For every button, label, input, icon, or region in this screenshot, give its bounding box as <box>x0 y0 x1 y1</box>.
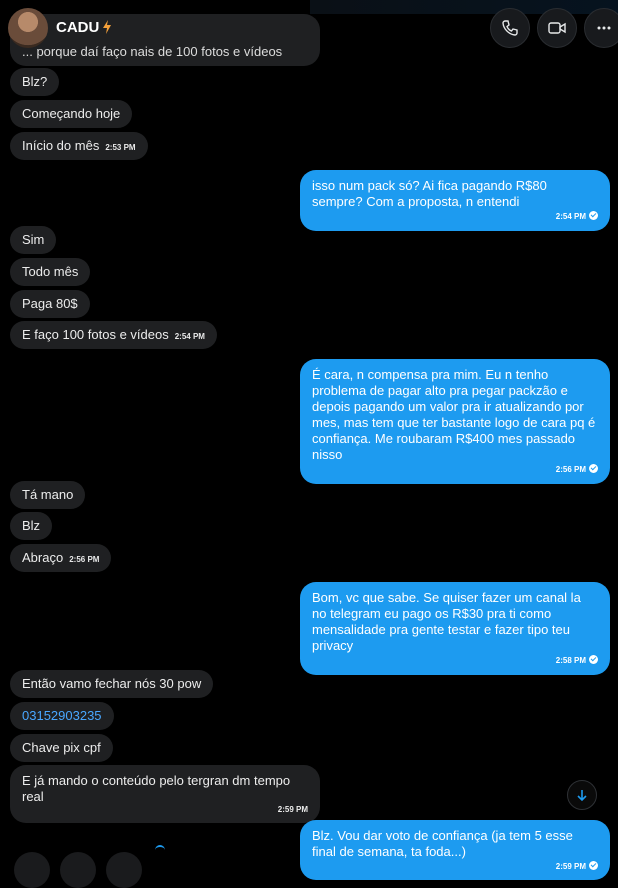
message-time: 2:53 PM <box>105 143 136 152</box>
message-out[interactable]: É cara, n compensa pra mim. Eu n tenho p… <box>300 359 610 484</box>
message-in[interactable]: Todo mês <box>10 258 91 286</box>
scroll-down-button[interactable] <box>567 780 597 810</box>
phone-icon <box>502 20 518 36</box>
signal-icon <box>155 845 165 853</box>
message-text: Então vamo fechar nós 30 pow <box>22 676 202 691</box>
message-in[interactable]: Começando hoje <box>10 100 133 128</box>
message-text: É cara, n compensa pra mim. Eu n tenho p… <box>312 367 596 462</box>
message-text: Bom, vc que sabe. Se quiser fazer um can… <box>312 590 581 653</box>
message-in[interactable]: E já mando o conteúdo pelo tergran dm te… <box>10 765 320 823</box>
message-out[interactable]: Bom, vc que sabe. Se quiser fazer um can… <box>300 582 610 675</box>
bottom-button[interactable] <box>106 852 142 888</box>
message-in[interactable]: Paga 80$ <box>10 290 90 318</box>
avatar[interactable] <box>8 8 48 48</box>
message-time: 2:56 PM <box>69 555 100 564</box>
message-time: 2:54 PM <box>174 332 205 341</box>
more-icon <box>597 26 611 30</box>
conversation: ... porque daí faço nais de 100 fotos e … <box>0 0 618 888</box>
video-call-button[interactable] <box>537 8 577 48</box>
message-in[interactable]: Então vamo fechar nós 30 pow <box>10 670 214 698</box>
message-text: E já mando o conteúdo pelo tergran dm te… <box>22 773 291 804</box>
message-text: Início do mês <box>22 138 100 153</box>
message-time: 2:59 PM <box>277 805 308 814</box>
message-time: 2:56 PM <box>555 465 586 474</box>
message-partial: ... porque daí faço nais de 100 fotos e … <box>10 14 320 66</box>
message-text: Blz. Vou dar voto de confiança (ja tem 5… <box>312 828 573 859</box>
message-text: Abraço <box>22 550 64 565</box>
bottom-button[interactable] <box>14 852 50 888</box>
message-text: Blz? <box>22 74 48 89</box>
read-check-icon <box>589 861 598 870</box>
message-in[interactable]: Chave pix cpf <box>10 734 113 762</box>
read-check-icon <box>589 211 598 220</box>
message-in[interactable]: Blz <box>10 512 53 540</box>
video-icon <box>548 22 566 34</box>
top-banner <box>310 0 618 14</box>
message-link[interactable]: 03152903235 <box>22 708 102 723</box>
message-time: 2:58 PM <box>555 656 586 665</box>
message-in[interactable]: Tá mano <box>10 481 86 509</box>
message-text: Todo mês <box>22 264 79 279</box>
message-in[interactable]: 03152903235 <box>10 702 114 730</box>
message-time: 2:54 PM <box>555 212 586 221</box>
message-out[interactable]: isso num pack só? Ai fica pagando R$80 s… <box>300 170 610 231</box>
message-meta: 2:54 PM <box>312 211 598 223</box>
call-button[interactable] <box>490 8 530 48</box>
message-text: Paga 80$ <box>22 296 78 311</box>
message-text: Começando hoje <box>22 106 121 121</box>
message-in[interactable]: E faço 100 fotos e vídeos 2:54 PM <box>10 321 217 349</box>
message-meta: 2:58 PM <box>312 655 598 667</box>
message-text: Sim <box>22 232 45 247</box>
message-text: E faço 100 fotos e vídeos <box>22 327 169 342</box>
message-out[interactable]: Blz. Vou dar voto de confiança (ja tem 5… <box>300 820 610 880</box>
message-text: Chave pix cpf <box>22 740 101 755</box>
message-meta: 2:56 PM <box>312 464 598 476</box>
message-in[interactable]: Início do mês 2:53 PM <box>10 132 148 160</box>
scroll-down-arrow-icon <box>577 790 587 802</box>
more-options-button[interactable] <box>584 8 618 48</box>
read-check-icon <box>589 464 598 473</box>
message-text: isso num pack só? Ai fica pagando R$80 s… <box>312 178 547 209</box>
bottom-button[interactable] <box>60 852 96 888</box>
message-text: Tá mano <box>22 487 74 502</box>
read-check-icon <box>589 655 598 664</box>
message-text: ... porque daí faço nais de 100 fotos e … <box>22 44 283 59</box>
message-in[interactable]: Sim <box>10 226 57 254</box>
message-meta: 2:59 PM <box>312 861 598 873</box>
message-in[interactable]: Abraço 2:56 PM <box>10 544 112 572</box>
message-time: 2:59 PM <box>555 862 586 871</box>
message-in[interactable]: Blz? <box>10 68 60 96</box>
message-text: Blz <box>22 518 41 533</box>
